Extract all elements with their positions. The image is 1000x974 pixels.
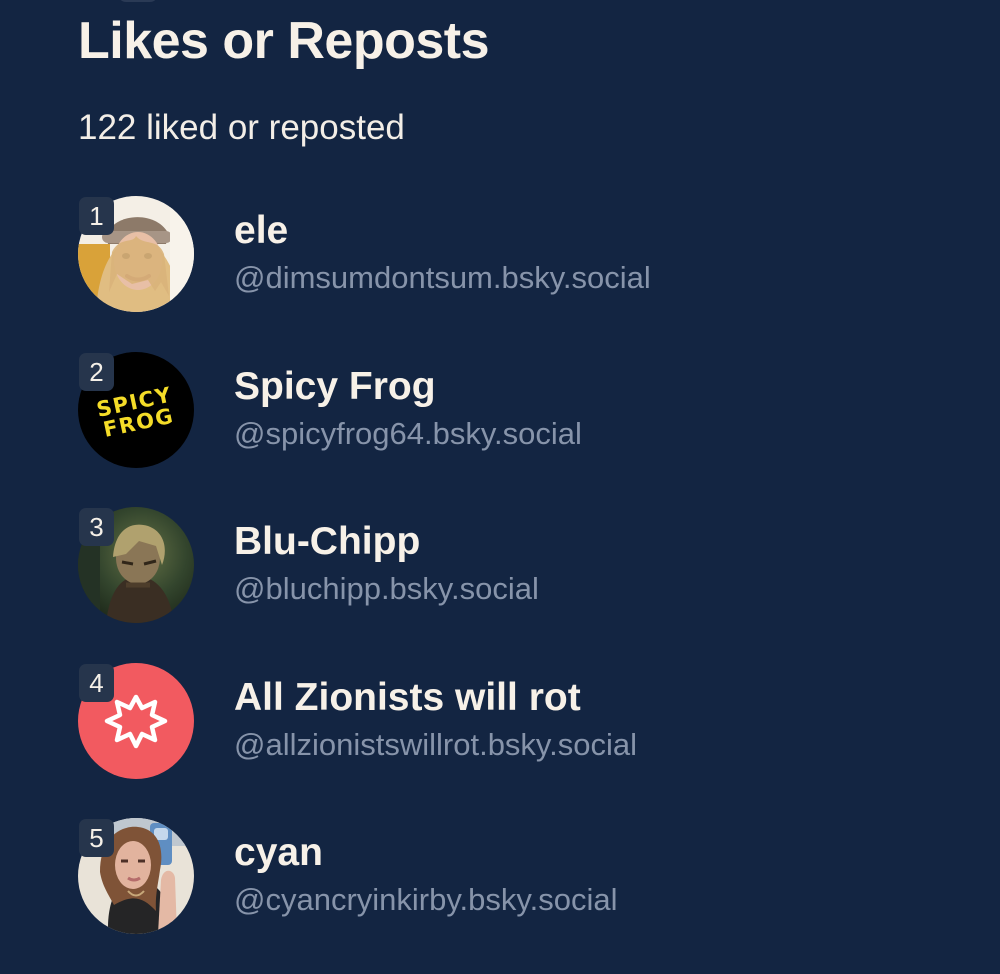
likes-list: 1 ele @dimsumdontsum.bsky.social 2 SPICY… — [78, 196, 978, 974]
user-handle[interactable]: @cyancryinkirby.bsky.social — [234, 879, 617, 921]
previous-avatar-edge — [118, 0, 158, 2]
rank-badge: 5 — [79, 819, 114, 857]
rank-badge: 4 — [79, 663, 114, 702]
list-item-ele[interactable]: 1 ele @dimsumdontsum.bsky.social — [78, 196, 978, 312]
user-handle[interactable]: @dimsumdontsum.bsky.social — [234, 257, 651, 299]
user-display-name[interactable]: Spicy Frog — [234, 362, 436, 412]
rank-badge: 1 — [79, 197, 114, 235]
user-handle[interactable]: @allzionistswillrot.bsky.social — [234, 724, 637, 766]
user-display-name[interactable]: cyan — [234, 828, 323, 878]
user-display-name[interactable]: ele — [234, 206, 288, 256]
rank-badge: 3 — [79, 508, 114, 546]
list-item-spicy-frog[interactable]: 2 SPICY FROG Spicy Frog @spicyfrog64.bsk… — [78, 351, 978, 468]
list-item-blu-chipp[interactable]: 3 Blu-Chipp @bluchipp.bsky.social — [78, 507, 978, 623]
user-handle[interactable]: @spicyfrog64.bsky.social — [234, 413, 582, 455]
page-title: Likes or Reposts — [78, 12, 490, 70]
user-display-name[interactable]: All Zionists will rot — [234, 673, 581, 723]
user-display-name[interactable]: Blu-Chipp — [234, 517, 420, 567]
list-item-all-zionists-will-rot[interactable]: 4 All Zionists will rot @allzionistswill… — [78, 662, 978, 779]
likes-count-subtitle: 122 liked or reposted — [78, 108, 405, 147]
list-item-cyan[interactable]: 5 cyan @cyancryinkirby.bsky.social — [78, 818, 978, 934]
user-handle[interactable]: @bluchipp.bsky.social — [234, 568, 539, 610]
rank-badge: 2 — [79, 352, 114, 391]
